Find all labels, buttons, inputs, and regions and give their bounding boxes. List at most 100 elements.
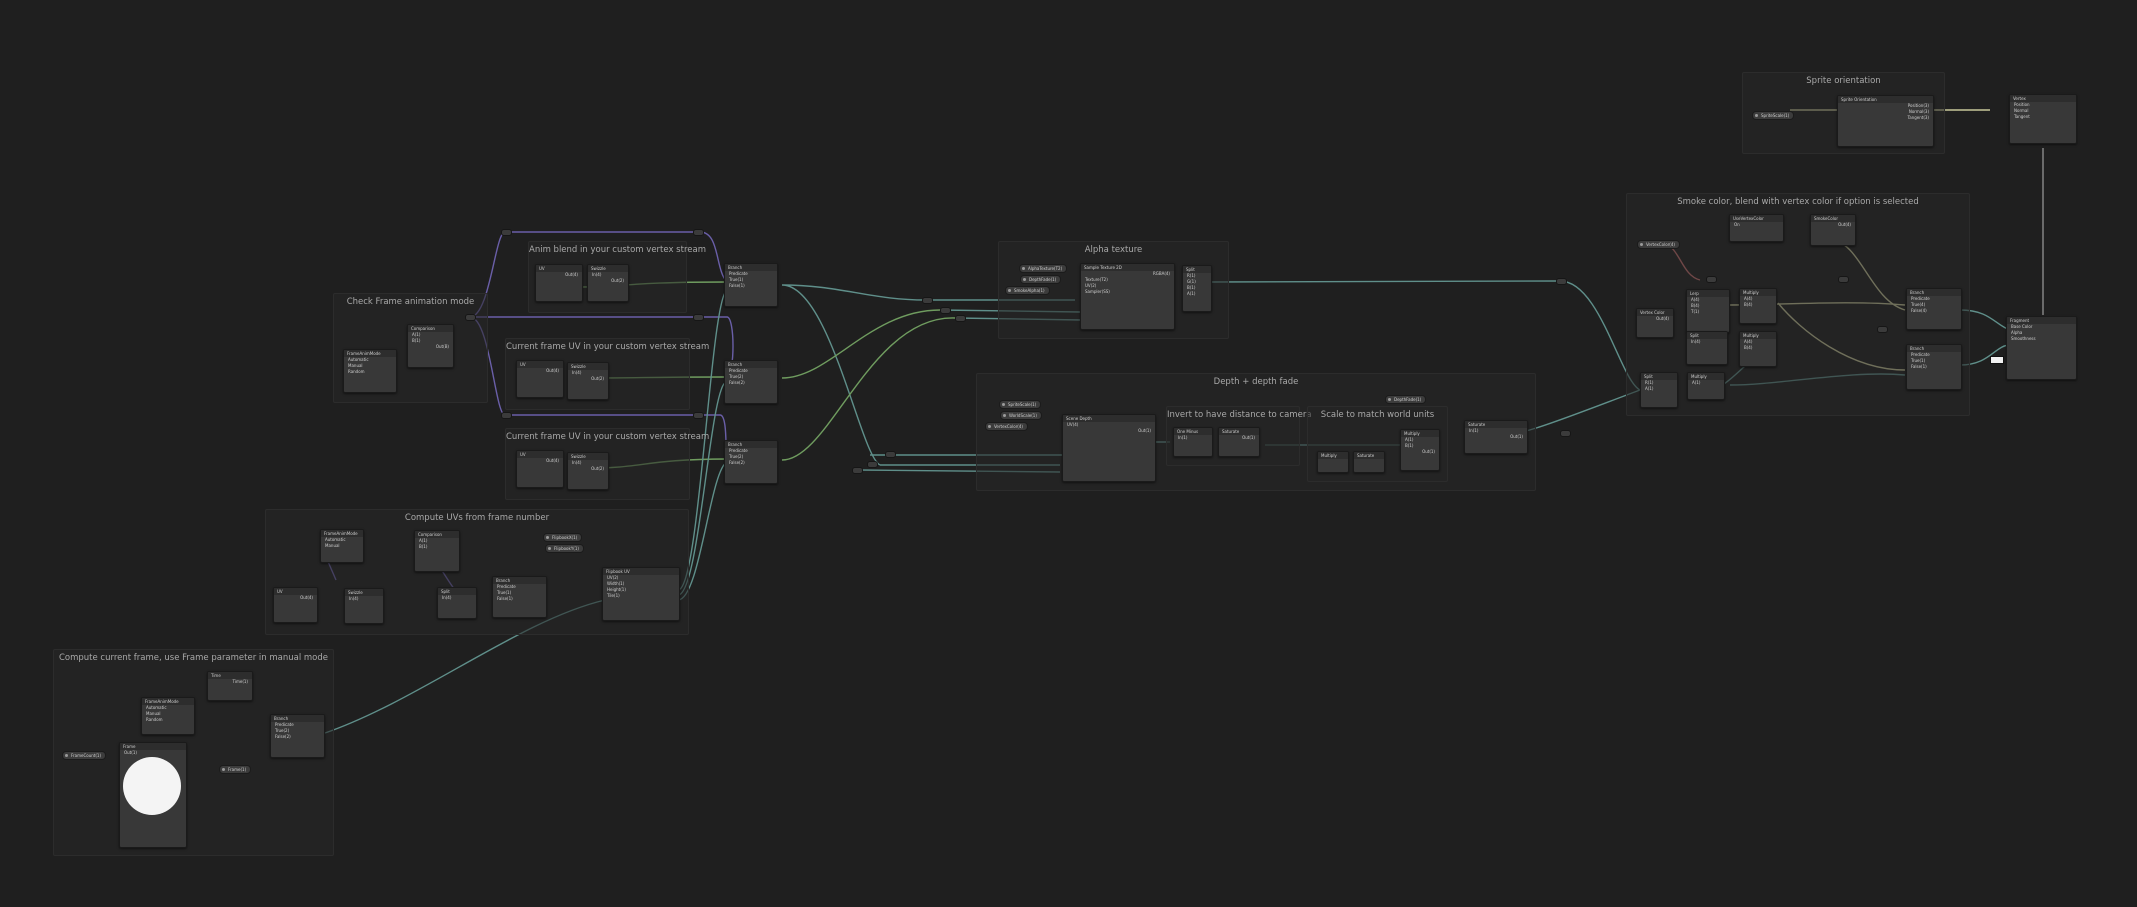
node-port[interactable]: Out(4) [536, 272, 582, 278]
multiply-depth-node[interactable]: Multiply A(1) B(1) Out(1) [1400, 429, 1440, 471]
color-swatch[interactable] [1990, 356, 2004, 364]
reroute-icon[interactable] [1556, 278, 1567, 285]
node-port[interactable]: False(1) [493, 596, 546, 602]
node-port[interactable]: In(1) [1174, 435, 1212, 441]
reroute-icon[interactable] [955, 315, 966, 322]
node-port[interactable]: On [1730, 222, 1783, 228]
frame-mode-sub-node[interactable]: FrameAnimMode Automatic Manual [320, 529, 364, 563]
reroute-icon[interactable] [693, 314, 704, 321]
saturate-final-node[interactable]: Saturate In(1) Out(1) [1464, 420, 1528, 454]
split-sub-node[interactable]: Split In(4) [437, 587, 477, 619]
one-minus-node[interactable]: One Minus In(1) [1173, 427, 1213, 457]
vertex-color-node[interactable]: Vertex Color Out(4) [1636, 308, 1674, 338]
smoke-alpha-pill[interactable]: SmokeAlpha(1) [1005, 286, 1050, 295]
uv-node-c[interactable]: UV Out(4) [516, 450, 564, 488]
node-port[interactable]: B(1) [415, 544, 459, 550]
reroute-icon[interactable] [885, 451, 896, 458]
alpha-texture-pill[interactable]: AlphaTexture(T2) [1019, 264, 1068, 273]
node-port[interactable]: Manual [321, 543, 363, 549]
node-port[interactable]: Out(2) [588, 278, 628, 284]
node-port[interactable]: Out(1) [120, 750, 186, 756]
flipbook-y-pill[interactable]: FlipbookY(1) [545, 544, 584, 553]
node-port[interactable]: False(2) [725, 460, 777, 466]
reroute-icon[interactable] [940, 307, 951, 314]
saturate-node[interactable]: Saturate Out(1) [1218, 427, 1260, 457]
node-port[interactable]: A(1) [1688, 380, 1724, 386]
frame-anim-keyword-node[interactable]: FrameAnimMode Automatic Manual Random [343, 349, 397, 393]
node-port[interactable]: In(4) [345, 596, 383, 602]
reroute-icon[interactable] [501, 229, 512, 236]
node-port[interactable]: Time(1) [208, 679, 252, 685]
branch-alpha-node[interactable]: Branch Predicate True(1) False(1) [1906, 344, 1962, 390]
split-alpha-node[interactable]: Split R(1) G(1) B(1) A(1) [1182, 265, 1212, 312]
node-port[interactable]: False(4) [1907, 308, 1961, 314]
swizzle-node-b[interactable]: Swizzle In(4) Out(2) [567, 362, 609, 400]
compare-sub-node[interactable]: Comparison A(1) B(1) [414, 530, 460, 572]
reroute-icon[interactable] [852, 467, 863, 474]
node-port[interactable]: False(1) [725, 283, 777, 289]
uv-node-b[interactable]: UV Out(4) [516, 360, 564, 398]
reroute-icon[interactable] [1560, 430, 1571, 437]
branch-sub-node[interactable]: Branch Predicate True(1) False(1) [492, 576, 547, 618]
node-port[interactable]: Random [142, 717, 194, 723]
node-port[interactable]: B(4) [1740, 302, 1776, 308]
node-port[interactable]: Out(1) [1219, 435, 1259, 441]
node-port[interactable]: Out(2) [568, 466, 608, 472]
multiply-alpha-node[interactable]: Multiply A(4) B(4) [1739, 331, 1777, 367]
alpha-sample-texture-node[interactable]: Sample Texture 2D RGBA(4) Texture(T2) UV… [1080, 263, 1175, 330]
frame-preview-node[interactable]: Frame Out(1) [119, 742, 187, 848]
branch-node-3[interactable]: Branch Predicate True(2) False(2) [724, 440, 778, 484]
node-port[interactable]: Out(4) [1637, 316, 1673, 322]
reroute-icon[interactable] [465, 314, 476, 321]
split-color-node[interactable]: Split In(4) [1686, 331, 1728, 365]
reroute-icon[interactable] [867, 461, 878, 468]
vertex-alpha-node[interactable]: Split R(1) A(1) [1640, 372, 1678, 408]
divide-node[interactable]: Multiply [1317, 451, 1349, 473]
node-port[interactable]: False(2) [271, 734, 324, 740]
branch-node-2[interactable]: Branch Predicate True(2) False(2) [724, 360, 778, 404]
node-port[interactable]: T(1) [1687, 309, 1729, 315]
vertex-color-depth-pill[interactable]: VertexColor(4) [985, 422, 1028, 431]
reroute-icon[interactable] [1706, 276, 1717, 283]
vertex-color-pill[interactable]: VertexColor(4) [1637, 240, 1680, 249]
world-scale-node[interactable]: Saturate [1353, 451, 1385, 473]
node-port[interactable]: Out(4) [517, 368, 563, 374]
sprite-scale-orient-pill[interactable]: SpriteScale(1) [1752, 111, 1795, 120]
branch-node-1[interactable]: Branch Predicate True(1) False(1) [724, 263, 778, 307]
frame-count-pill[interactable]: FrameCount(1) [62, 751, 107, 760]
multiply-color-node[interactable]: Multiply A(4) B(4) [1739, 288, 1777, 324]
node-port[interactable]: A(1) [1183, 291, 1211, 297]
reroute-icon[interactable] [501, 412, 512, 419]
node-port[interactable]: Out(1) [1063, 428, 1155, 434]
node-port[interactable]: Tile(1) [603, 593, 679, 599]
node-port[interactable]: Smoothness [2007, 336, 2076, 342]
sprite-scale-pill[interactable]: SpriteScale(1) [999, 400, 1042, 409]
frame-pill[interactable]: Frame(1) [219, 765, 252, 774]
fragment-master-node[interactable]: Fragment Base Color Alpha Smoothness [2006, 316, 2077, 380]
use-vertex-color-node[interactable]: UseVertexColor On [1729, 214, 1784, 242]
node-port[interactable]: Out(4) [517, 458, 563, 464]
time-node[interactable]: Time Time(1) [207, 671, 253, 701]
reroute-icon[interactable] [693, 229, 704, 236]
branch-frame-node[interactable]: Branch Predicate True(2) False(2) [270, 714, 325, 758]
reroute-icon[interactable] [693, 412, 704, 419]
node-port[interactable]: False(2) [725, 380, 777, 386]
depth-fade-input-pill[interactable]: DepthFade(1) [1385, 395, 1427, 404]
node-port[interactable]: Tangent(3) [1838, 115, 1933, 121]
branch-color-node[interactable]: Branch Predicate True(4) False(4) [1906, 288, 1962, 330]
uv-sub-node[interactable]: UV Out(4) [273, 587, 318, 623]
uv-node-a[interactable]: UV Out(4) [535, 264, 583, 302]
comparison-node[interactable]: Comparison A(1) B(1) Out(B) [407, 324, 454, 368]
reroute-icon[interactable] [1877, 326, 1888, 333]
swizzle-node-c[interactable]: Swizzle In(4) Out(2) [567, 452, 609, 490]
node-port[interactable]: A(1) [1641, 386, 1677, 392]
node-port[interactable]: Out(B) [408, 344, 453, 350]
node-port[interactable]: Out(2) [568, 376, 608, 382]
depth-fade-pill[interactable]: DepthFade(1) [1020, 275, 1062, 284]
node-port[interactable]: B(4) [1740, 345, 1776, 351]
smoke-color-node[interactable]: SmokeColor Out(4) [1810, 214, 1856, 246]
world-scale-pill[interactable]: WorldScale(1) [1000, 411, 1042, 420]
node-port[interactable]: Out(4) [1811, 222, 1855, 228]
node-port[interactable]: Out(1) [1465, 434, 1527, 440]
scene-depth-node[interactable]: Scene Depth UV(4) Out(1) [1062, 414, 1156, 482]
